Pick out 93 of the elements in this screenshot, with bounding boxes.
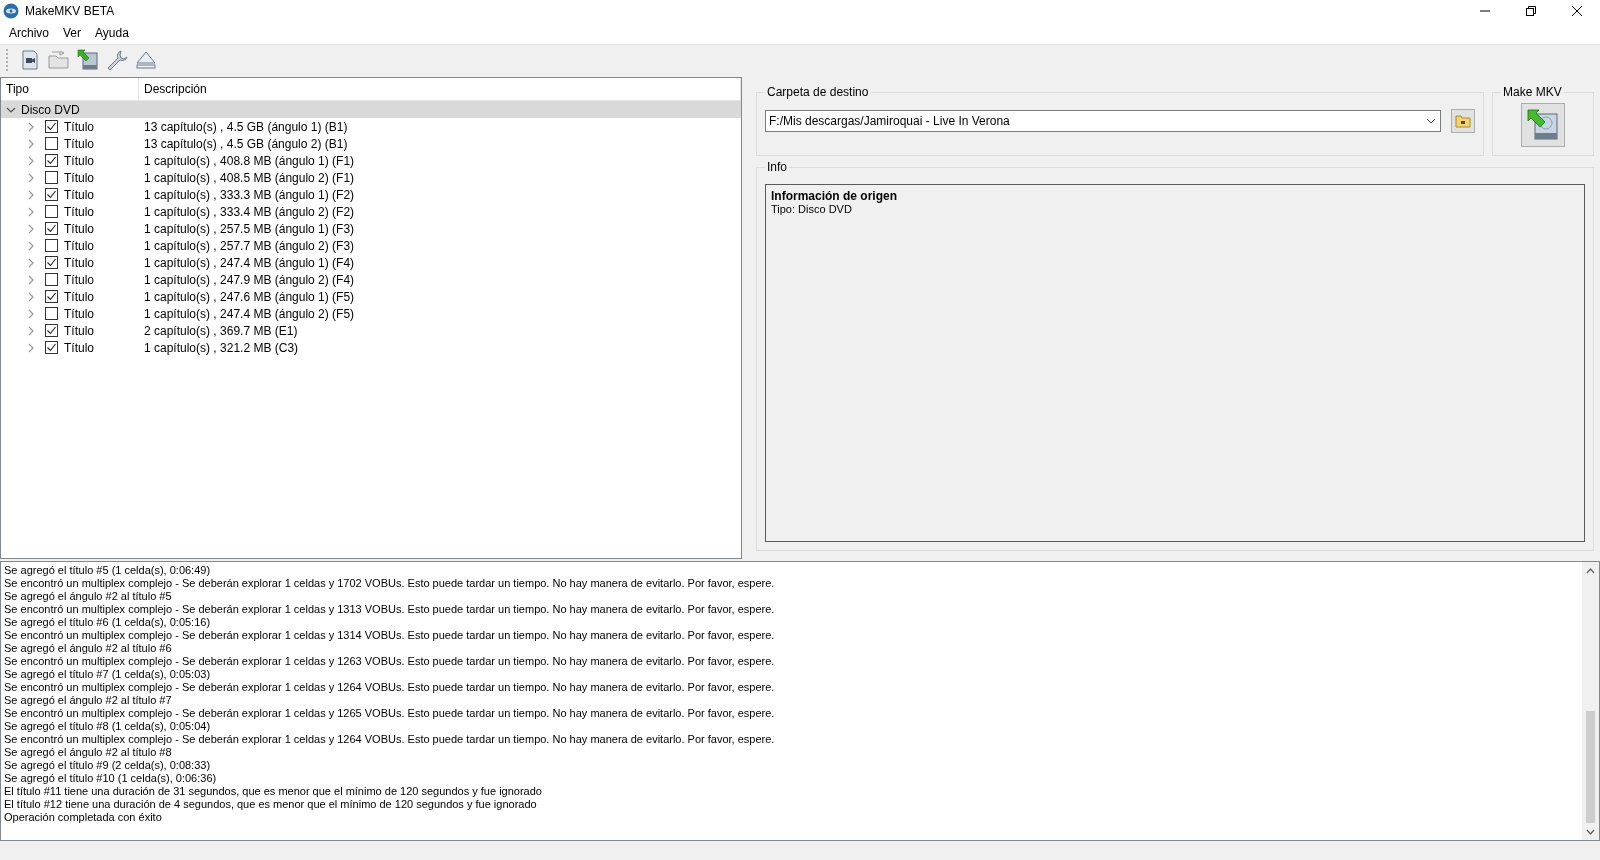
log-line: Se agregó el título #5 (1 celda(s), 0:06:49) <box>4 564 212 577</box>
checkbox[interactable] <box>45 324 58 337</box>
log-line: Se agregó el título #7 (1 celda(s), 0:05:03) <box>4 668 212 681</box>
tree-label: Título <box>63 170 95 185</box>
title-description: 1 capítulo(s) , 257.5 MB (ángulo 1) (F3) <box>143 221 355 236</box>
title-description: 13 capítulo(s) , 4.5 GB (ángulo 2) (B1) <box>143 136 348 151</box>
close-icon <box>1571 5 1583 17</box>
log-line: Se encontró un multiplex complejo - Se deberán explorar 1 celdas y 1265 VOBUs. Esto puede tardar un tiempo. No hay manera de evitarlo. Por favor, espere. <box>4 707 776 720</box>
tree-label: Título <box>63 272 95 287</box>
log-line: El título #12 tiene una duración de 4 segundos, que es menor que el mínimo de 120 segundos y fue ignorado <box>4 798 538 811</box>
log-line: Se agregó el título #10 (1 celda(s), 0:06:36) <box>4 772 218 785</box>
info-heading: Información de origen <box>771 189 898 203</box>
title-description: 1 capítulo(s) , 321.2 MB (C3) <box>143 340 299 355</box>
log-line: Se encontró un multiplex complejo - Se deberán explorar 1 celdas y 1263 VOBUs. Esto puede tardar un tiempo. No hay manera de evitarlo. Por favor, espere. <box>4 655 776 668</box>
drive-arrow-icon <box>1526 108 1560 142</box>
log-line: Se encontró un multiplex complejo - Se deberán explorar 1 celdas y 1313 VOBUs. Esto puede tardar un tiempo. No hay manera de evitarlo. Por favor, espere. <box>4 603 776 616</box>
tree-label: Título <box>63 323 95 338</box>
checkbox[interactable] <box>45 154 58 167</box>
checkbox[interactable] <box>45 273 58 286</box>
log-line: Se agregó el ángulo #2 al título #8 <box>4 746 173 759</box>
tree-label: Disco DVD <box>20 102 80 117</box>
log-line: Se encontró un multiplex complejo - Se deberán explorar 1 celdas y 1702 VOBUs. Esto puede tardar un tiempo. No hay manera de evitarlo. Por favor, espere. <box>4 577 776 590</box>
menu-item[interactable]: Ver <box>56 23 89 43</box>
drive-arrow-icon <box>76 49 99 71</box>
title-description: 1 capítulo(s) , 408.8 MB (ángulo 1) (F1) <box>143 153 355 168</box>
log-line: Se encontró un multiplex complejo - Se deberán explorar 1 celdas y 1314 VOBUs. Esto puede tardar un tiempo. No hay manera de evitarlo. Por favor, espere. <box>4 629 776 642</box>
open-disc-button[interactable] <box>75 47 100 73</box>
log-line: Se agregó el título #8 (1 celda(s), 0:05:04) <box>4 720 212 733</box>
checkbox[interactable] <box>45 137 58 150</box>
log-line: El título #11 tiene una duración de 31 segundos, que es menor que el mínimo de 120 segundos y fue ignorado <box>4 785 543 798</box>
eject-icon <box>134 49 157 71</box>
log-line: Se agregó el ángulo #2 al título #6 <box>4 642 173 655</box>
log-line: Operación completada con éxito <box>4 811 163 824</box>
log-line: Se encontró un multiplex complejo - Se deberán explorar 1 celdas y 1264 VOBUs. Esto puede tardar un tiempo. No hay manera de evitarlo. Por favor, espere. <box>4 681 776 694</box>
menu-item[interactable]: Archivo <box>2 23 56 43</box>
tree-label: Título <box>63 306 95 321</box>
destination-field[interactable]: F:/Mis descargas/Jamiroquai - Live In Verona <box>765 110 1441 132</box>
tree-label: Título <box>63 119 95 134</box>
checkbox[interactable] <box>45 205 58 218</box>
video-file-icon <box>19 50 40 70</box>
tree-label: Título <box>63 289 95 304</box>
checkbox[interactable] <box>45 256 58 269</box>
tree-row[interactable]: Disco DVD <box>1 101 741 118</box>
title-description: 1 capítulo(s) , 408.5 MB (ángulo 2) (F1) <box>143 170 355 185</box>
title-description: 1 capítulo(s) , 247.6 MB (ángulo 1) (F5) <box>143 289 355 304</box>
menu-item[interactable]: Ayuda <box>88 23 136 43</box>
log-line: Se encontró un multiplex complejo - Se deberán explorar 1 celdas y 1264 VOBUs. Esto puede tardar un tiempo. No hay manera de evitarlo. Por favor, espere. <box>4 733 776 746</box>
folder-arrow-icon <box>47 50 70 70</box>
wrench-icon <box>105 49 128 71</box>
checkbox[interactable] <box>45 188 58 201</box>
checkbox[interactable] <box>45 307 58 320</box>
log-line: Se agregó el título #6 (1 celda(s), 0:05:16) <box>4 616 212 629</box>
title-description: 1 capítulo(s) , 247.9 MB (ángulo 2) (F4) <box>143 272 355 287</box>
group-label: Info <box>766 160 788 174</box>
scrollbar[interactable] <box>1582 562 1599 840</box>
scroll-up-icon[interactable] <box>1586 567 1595 574</box>
checkbox[interactable] <box>45 120 58 133</box>
info-text: Tipo: Disco DVD <box>771 203 853 215</box>
tree-label: Título <box>63 187 95 202</box>
browse-folder-button[interactable] <box>1451 109 1475 133</box>
column-header[interactable]: Tipo <box>1 78 139 100</box>
tree-label: Título <box>63 153 95 168</box>
title-description: 2 capítulo(s) , 369.7 MB (E1) <box>143 323 298 338</box>
checkbox[interactable] <box>45 239 58 252</box>
title-description: 1 capítulo(s) , 333.4 MB (ángulo 2) (F2) <box>143 204 355 219</box>
checkbox[interactable] <box>45 171 58 184</box>
title-description: 1 capítulo(s) , 333.3 MB (ángulo 1) (F2) <box>143 187 355 202</box>
title-description: 1 capítulo(s) , 247.4 MB (ángulo 2) (F5) <box>143 306 355 321</box>
checkbox[interactable] <box>45 290 58 303</box>
tree-label: Título <box>63 221 95 236</box>
group-label: Make MKV <box>1502 85 1563 99</box>
log-line: Se agregó el ángulo #2 al título #5 <box>4 590 173 603</box>
folder-icon <box>1455 114 1471 128</box>
tree-label: Título <box>63 136 95 151</box>
scrollbar-thumb[interactable] <box>1586 711 1595 823</box>
checkbox[interactable] <box>45 222 58 235</box>
log-line: Se agregó el ángulo #2 al título #7 <box>4 694 173 707</box>
scroll-down-icon[interactable] <box>1586 828 1595 835</box>
log-line: Se agregó el título #9 (2 celda(s), 0:08:33) <box>4 759 212 772</box>
tree-label: Título <box>63 340 95 355</box>
app-logo-icon <box>3 3 19 19</box>
restore-icon <box>1525 5 1537 17</box>
title-description: 1 capítulo(s) , 257.7 MB (ángulo 2) (F3) <box>143 238 355 253</box>
tree-label: Título <box>63 204 95 219</box>
group-label: Carpeta de destino <box>766 85 870 99</box>
tree-label: Título <box>63 255 95 270</box>
window-title: MakeMKV BETA <box>25 4 116 18</box>
column-header[interactable]: Descripción <box>139 78 741 100</box>
title-description: 13 capítulo(s) , 4.5 GB (ángulo 1) (B1) <box>143 119 348 134</box>
checkbox[interactable] <box>45 341 58 354</box>
make-mkv-button[interactable] <box>1521 103 1565 147</box>
tree-label: Título <box>63 238 95 253</box>
title-description: 1 capítulo(s) , 247.4 MB (ángulo 1) (F4) <box>143 255 355 270</box>
